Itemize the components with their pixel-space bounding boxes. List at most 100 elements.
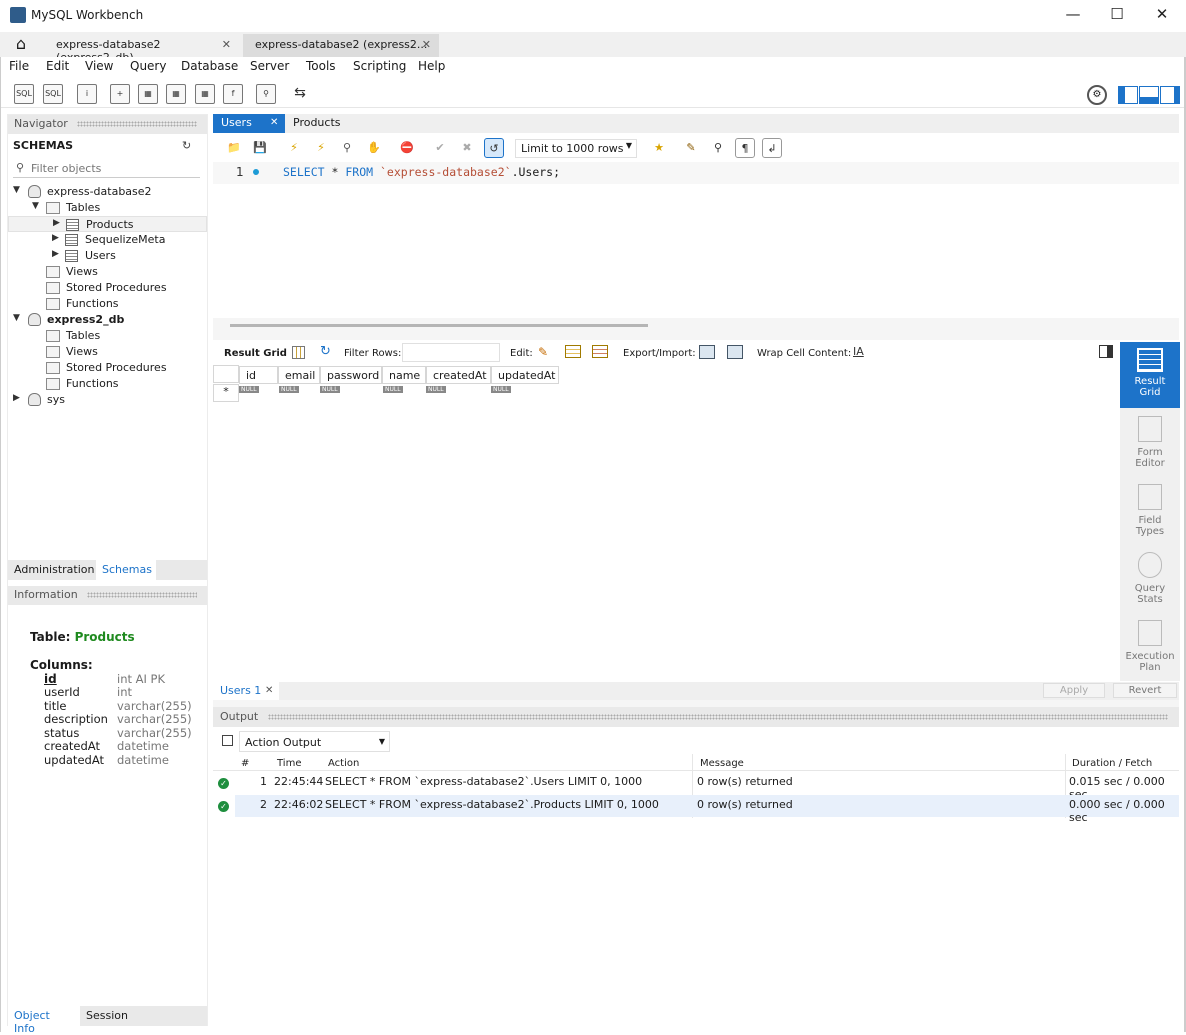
beautify-icon[interactable]: ✎ [681, 138, 701, 158]
splitter[interactable] [213, 700, 1179, 707]
close-window-button[interactable]: ✕ [1150, 5, 1174, 25]
tree-functions-folder[interactable]: Functions [8, 376, 207, 392]
close-tab-icon[interactable]: ✕ [270, 117, 278, 128]
refresh-icon[interactable]: ↻ [320, 344, 331, 359]
grid-header-name[interactable]: name [382, 366, 426, 384]
open-file-icon[interactable]: 📁 [224, 138, 244, 158]
filter-objects-input[interactable] [13, 159, 200, 178]
result-tab-users-1[interactable]: Users 1 ✕ [213, 682, 279, 700]
expand-arrow-icon[interactable]: ▼ [13, 313, 20, 323]
side-field-types[interactable]: Field Types [1120, 480, 1180, 546]
edit-row-icon[interactable]: ✎ [538, 345, 548, 359]
import-icon[interactable] [727, 345, 743, 359]
save-icon[interactable]: 💾 [250, 138, 270, 158]
tree-procedures-folder[interactable]: Stored Procedures [8, 360, 207, 376]
null-cell-updatedat[interactable]: NULL [491, 386, 511, 393]
close-tab-icon[interactable]: ✕ [222, 38, 231, 51]
null-cell-email[interactable]: NULL [279, 386, 299, 393]
tree-functions-folder[interactable]: Functions [8, 296, 207, 312]
collapse-arrow-icon[interactable]: ▶ [53, 218, 60, 228]
inspector-icon[interactable]: i [77, 84, 97, 104]
connection-tab-1[interactable]: express-database2 (express2_db) ✕ [44, 34, 239, 64]
apply-button[interactable]: Apply [1043, 683, 1105, 698]
grid-columns-icon[interactable] [292, 346, 305, 359]
home-icon[interactable]: ⌂ [6, 34, 36, 56]
side-query-stats[interactable]: Query Stats [1120, 548, 1180, 614]
insert-row-icon[interactable] [565, 345, 581, 358]
menu-view[interactable]: View [85, 59, 113, 73]
copy-output-icon[interactable] [222, 735, 233, 746]
invisible-chars-icon[interactable]: ¶ [735, 138, 755, 158]
close-tab-icon[interactable]: ✕ [265, 685, 273, 696]
word-wrap-icon[interactable]: ↲ [762, 138, 782, 158]
delete-row-icon[interactable] [592, 345, 608, 358]
search-table-data-icon[interactable]: ⚲ [256, 84, 276, 104]
refresh-schemas-icon[interactable]: ↻ [182, 139, 191, 152]
null-cell-id[interactable]: NULL [239, 386, 259, 393]
stop-icon[interactable]: ✋ [364, 138, 384, 158]
collapse-arrow-icon[interactable]: ▶ [52, 249, 59, 259]
menu-query[interactable]: Query [130, 59, 166, 73]
toggle-panel-icon[interactable] [1099, 345, 1113, 358]
minimize-button[interactable]: — [1061, 5, 1085, 25]
tree-procedures-folder[interactable]: Stored Procedures [8, 280, 207, 296]
settings-gear-icon[interactable]: ⚙ [1087, 85, 1107, 105]
tree-table-users[interactable]: ▶ Users [8, 248, 207, 264]
tree-db-sys[interactable]: ▶ sys [8, 392, 207, 408]
menu-help[interactable]: Help [418, 59, 445, 73]
null-cell-password[interactable]: NULL [320, 386, 340, 393]
new-sql-tab-icon[interactable]: SQL [14, 84, 34, 104]
revert-button[interactable]: Revert [1113, 683, 1177, 698]
export-icon[interactable] [699, 345, 715, 359]
tree-tables-folder[interactable]: ▼ Tables [8, 200, 207, 216]
execute-current-icon[interactable]: ⚡ [311, 138, 331, 158]
tree-db-express2-db[interactable]: ▼ express2_db [8, 312, 207, 328]
toggle-secondary-sidebar-icon[interactable] [1160, 86, 1180, 104]
explain-icon[interactable]: ⚲ [337, 138, 357, 158]
add-snippet-icon[interactable]: ★ [649, 138, 669, 158]
tree-views-folder[interactable]: Views [8, 344, 207, 360]
tab-schemas[interactable]: Schemas [96, 560, 156, 580]
close-tab-icon[interactable]: ✕ [422, 38, 431, 51]
menu-database[interactable]: Database [181, 59, 238, 73]
query-tab-products[interactable]: Products [285, 114, 363, 133]
create-function-icon[interactable]: f [223, 84, 243, 104]
reconnect-icon[interactable]: ⇆ [290, 84, 310, 104]
splitter[interactable] [213, 318, 1179, 340]
expand-arrow-icon[interactable]: ▼ [13, 185, 20, 195]
limit-rows-select[interactable]: Limit to 1000 rows ▼ [515, 139, 637, 158]
side-form-editor[interactable]: Form Editor [1120, 412, 1180, 478]
menu-scripting[interactable]: Scripting [353, 59, 406, 73]
tab-administration[interactable]: Administration [8, 560, 96, 580]
create-procedure-icon[interactable]: ▦ [195, 84, 215, 104]
menu-edit[interactable]: Edit [46, 59, 69, 73]
sql-statement[interactable]: SELECT * FROM `express-database2`.Users; [283, 165, 560, 179]
tree-table-sequelizemeta[interactable]: ▶ SequelizeMeta [8, 232, 207, 248]
rollback-icon[interactable]: ✖ [457, 138, 477, 158]
grid-header-password[interactable]: password [320, 366, 382, 384]
grid-header-email[interactable]: email [278, 366, 320, 384]
horizontal-scrollbar[interactable] [230, 324, 648, 327]
query-tab-users[interactable]: Users ✕ [213, 114, 285, 133]
connection-tab-2[interactable]: express-database2 (express2... ✕ [243, 34, 439, 57]
side-result-grid[interactable]: Result Grid [1120, 342, 1180, 408]
execute-icon[interactable]: ⚡ [284, 138, 304, 158]
tree-table-products[interactable]: ▶ Products [8, 216, 207, 232]
sql-editor[interactable] [213, 184, 1179, 318]
grid-header-createdat[interactable]: createdAt [426, 366, 491, 384]
null-cell-name[interactable]: NULL [383, 386, 403, 393]
create-schema-icon[interactable]: + [110, 84, 130, 104]
create-table-icon[interactable]: ▦ [138, 84, 158, 104]
output-type-select[interactable]: Action Output ▼ [239, 731, 390, 752]
expand-arrow-icon[interactable]: ▼ [32, 201, 39, 211]
side-execution-plan[interactable]: Execution Plan [1120, 616, 1180, 682]
toggle-output-icon[interactable] [1139, 86, 1159, 104]
grid-header-updatedat[interactable]: updatedAt [491, 366, 559, 384]
autocommit-icon[interactable]: ↺ [484, 138, 504, 158]
commit-icon[interactable]: ✔ [430, 138, 450, 158]
collapse-arrow-icon[interactable]: ▶ [13, 393, 20, 403]
collapse-arrow-icon[interactable]: ▶ [52, 233, 59, 243]
menu-server[interactable]: Server [250, 59, 289, 73]
toggle-sidebar-icon[interactable] [1118, 86, 1138, 104]
create-view-icon[interactable]: ▦ [166, 84, 186, 104]
